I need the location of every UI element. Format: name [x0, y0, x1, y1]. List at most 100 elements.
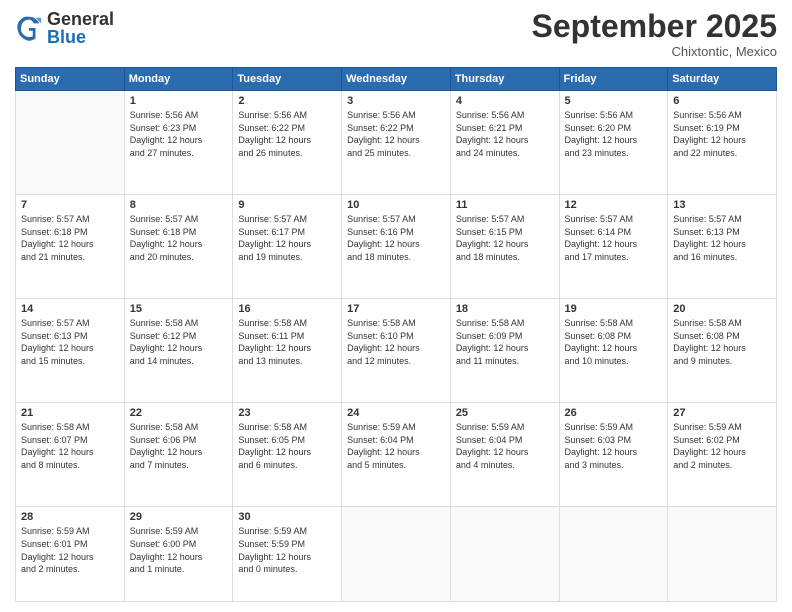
calendar-cell: 29 Sunrise: 5:59 AMSunset: 6:00 PMDayligh… [124, 507, 233, 602]
calendar-cell: 13Sunrise: 5:57 AMSunset: 6:13 PMDayligh… [668, 195, 777, 299]
day-info: Sunrise: 5:58 AMSunset: 6:06 PMDaylight:… [130, 421, 228, 471]
calendar-cell: 8Sunrise: 5:57 AMSunset: 6:18 PMDaylight… [124, 195, 233, 299]
day-info: Sunrise: 5:59 AMSunset: 6:01 PMDaylight:… [21, 525, 119, 575]
day-number: 19 [565, 303, 663, 315]
day-number: 27 [673, 407, 771, 419]
day-info: Sunrise: 5:57 AMSunset: 6:14 PMDaylight:… [565, 213, 663, 263]
day-info: Sunrise: 5:57 AMSunset: 6:13 PMDaylight:… [21, 317, 119, 367]
location: Chixtontic, Mexico [532, 44, 777, 59]
calendar-week-row: 7 Sunrise: 5:57 AMSunset: 6:18 PMDaylight… [16, 195, 777, 299]
day-number: 8 [130, 199, 228, 211]
day-number: 4 [456, 95, 554, 107]
calendar-cell: 15 Sunrise: 5:58 AMSunset: 6:12 PMDayligh… [124, 299, 233, 403]
day-number: 1 [130, 95, 228, 107]
day-info: Sunrise: 5:57 AMSunset: 6:13 PMDaylight:… [673, 213, 771, 263]
calendar-cell: 22 Sunrise: 5:58 AMSunset: 6:06 PMDayligh… [124, 403, 233, 507]
day-info: Sunrise: 5:56 AMSunset: 6:22 PMDaylight:… [347, 109, 445, 159]
calendar-cell: 6 Sunrise: 5:56 AMSunset: 6:19 PMDaylight… [668, 91, 777, 195]
day-info: Sunrise: 5:58 AMSunset: 6:08 PMDaylight:… [565, 317, 663, 367]
weekday-header-saturday: Saturday [668, 68, 777, 91]
weekday-header-tuesday: Tuesday [233, 68, 342, 91]
calendar-cell: 30 Sunrise: 5:59 AMSunset: 5:59 PMDayligh… [233, 507, 342, 602]
day-number: 24 [347, 407, 445, 419]
day-number: 29 [130, 511, 228, 523]
calendar-week-row: 14Sunrise: 5:57 AMSunset: 6:13 PMDayligh… [16, 299, 777, 403]
calendar-cell: 23Sunrise: 5:58 AMSunset: 6:05 PMDayligh… [233, 403, 342, 507]
day-number: 17 [347, 303, 445, 315]
calendar-cell: 18Sunrise: 5:58 AMSunset: 6:09 PMDayligh… [450, 299, 559, 403]
day-info: Sunrise: 5:58 AMSunset: 6:11 PMDaylight:… [238, 317, 336, 367]
day-number: 2 [238, 95, 336, 107]
day-number: 7 [21, 199, 119, 211]
day-number: 11 [456, 199, 554, 211]
calendar-cell: 21Sunrise: 5:58 AMSunset: 6:07 PMDayligh… [16, 403, 125, 507]
day-info: Sunrise: 5:59 AMSunset: 6:02 PMDaylight:… [673, 421, 771, 471]
calendar-cell: 12 Sunrise: 5:57 AMSunset: 6:14 PMDayligh… [559, 195, 668, 299]
calendar-cell: 11 Sunrise: 5:57 AMSunset: 6:15 PMDayligh… [450, 195, 559, 299]
weekday-header-friday: Friday [559, 68, 668, 91]
calendar-cell [450, 507, 559, 602]
day-info: Sunrise: 5:56 AMSunset: 6:19 PMDaylight:… [673, 109, 771, 159]
weekday-header-thursday: Thursday [450, 68, 559, 91]
day-info: Sunrise: 5:56 AMSunset: 6:23 PMDaylight:… [130, 109, 228, 159]
day-info: Sunrise: 5:56 AMSunset: 6:21 PMDaylight:… [456, 109, 554, 159]
day-number: 5 [565, 95, 663, 107]
day-info: Sunrise: 5:58 AMSunset: 6:10 PMDaylight:… [347, 317, 445, 367]
day-number: 15 [130, 303, 228, 315]
day-info: Sunrise: 5:56 AMSunset: 6:20 PMDaylight:… [565, 109, 663, 159]
calendar-cell: 9 Sunrise: 5:57 AMSunset: 6:17 PMDaylight… [233, 195, 342, 299]
calendar-table: SundayMondayTuesdayWednesdayThursdayFrid… [15, 67, 777, 602]
day-info: Sunrise: 5:59 AMSunset: 6:04 PMDaylight:… [347, 421, 445, 471]
day-number: 9 [238, 199, 336, 211]
calendar-cell: 28 Sunrise: 5:59 AMSunset: 6:01 PMDayligh… [16, 507, 125, 602]
day-number: 21 [21, 407, 119, 419]
day-info: Sunrise: 5:59 AMSunset: 6:04 PMDaylight:… [456, 421, 554, 471]
day-number: 10 [347, 199, 445, 211]
calendar-week-row: 1 Sunrise: 5:56 AMSunset: 6:23 PMDaylight… [16, 91, 777, 195]
day-number: 22 [130, 407, 228, 419]
calendar-week-row: 21Sunrise: 5:58 AMSunset: 6:07 PMDayligh… [16, 403, 777, 507]
day-number: 30 [238, 511, 336, 523]
day-info: Sunrise: 5:59 AMSunset: 6:00 PMDaylight:… [130, 525, 228, 575]
day-info: Sunrise: 5:58 AMSunset: 6:12 PMDaylight:… [130, 317, 228, 367]
calendar-cell: 16 Sunrise: 5:58 AMSunset: 6:11 PMDayligh… [233, 299, 342, 403]
calendar-cell: 2 Sunrise: 5:56 AMSunset: 6:22 PMDaylight… [233, 91, 342, 195]
page: General Blue September 2025 Chixtontic, … [0, 0, 792, 612]
calendar-cell: 26Sunrise: 5:59 AMSunset: 6:03 PMDayligh… [559, 403, 668, 507]
weekday-header-monday: Monday [124, 68, 233, 91]
calendar-cell: 7 Sunrise: 5:57 AMSunset: 6:18 PMDaylight… [16, 195, 125, 299]
calendar-cell: 24 Sunrise: 5:59 AMSunset: 6:04 PMDayligh… [342, 403, 451, 507]
day-info: Sunrise: 5:57 AMSunset: 6:17 PMDaylight:… [238, 213, 336, 263]
day-number: 28 [21, 511, 119, 523]
weekday-header-sunday: Sunday [16, 68, 125, 91]
calendar-cell: 14Sunrise: 5:57 AMSunset: 6:13 PMDayligh… [16, 299, 125, 403]
weekday-header-wednesday: Wednesday [342, 68, 451, 91]
day-number: 18 [456, 303, 554, 315]
logo-general: General [47, 10, 114, 28]
calendar-cell: 20Sunrise: 5:58 AMSunset: 6:08 PMDayligh… [668, 299, 777, 403]
calendar-cell [559, 507, 668, 602]
day-number: 6 [673, 95, 771, 107]
calendar-cell: 4 Sunrise: 5:56 AMSunset: 6:21 PMDaylight… [450, 91, 559, 195]
day-info: Sunrise: 5:59 AMSunset: 5:59 PMDaylight:… [238, 525, 336, 575]
logo-blue: Blue [47, 28, 114, 46]
calendar-cell: 25 Sunrise: 5:59 AMSunset: 6:04 PMDayligh… [450, 403, 559, 507]
logo-icon [15, 14, 43, 42]
day-info: Sunrise: 5:57 AMSunset: 6:18 PMDaylight:… [21, 213, 119, 263]
logo-text: General Blue [47, 10, 114, 46]
day-info: Sunrise: 5:57 AMSunset: 6:15 PMDaylight:… [456, 213, 554, 263]
day-info: Sunrise: 5:57 AMSunset: 6:16 PMDaylight:… [347, 213, 445, 263]
logo: General Blue [15, 10, 114, 46]
day-number: 12 [565, 199, 663, 211]
month-title: September 2025 [532, 10, 777, 42]
day-number: 16 [238, 303, 336, 315]
day-number: 25 [456, 407, 554, 419]
calendar-cell: 5 Sunrise: 5:56 AMSunset: 6:20 PMDaylight… [559, 91, 668, 195]
header: General Blue September 2025 Chixtontic, … [15, 10, 777, 59]
calendar-cell: 10 Sunrise: 5:57 AMSunset: 6:16 PMDayligh… [342, 195, 451, 299]
calendar-cell: 27 Sunrise: 5:59 AMSunset: 6:02 PMDayligh… [668, 403, 777, 507]
day-info: Sunrise: 5:58 AMSunset: 6:05 PMDaylight:… [238, 421, 336, 471]
calendar-cell: 1 Sunrise: 5:56 AMSunset: 6:23 PMDaylight… [124, 91, 233, 195]
calendar-cell: 17 Sunrise: 5:58 AMSunset: 6:10 PMDayligh… [342, 299, 451, 403]
day-info: Sunrise: 5:56 AMSunset: 6:22 PMDaylight:… [238, 109, 336, 159]
